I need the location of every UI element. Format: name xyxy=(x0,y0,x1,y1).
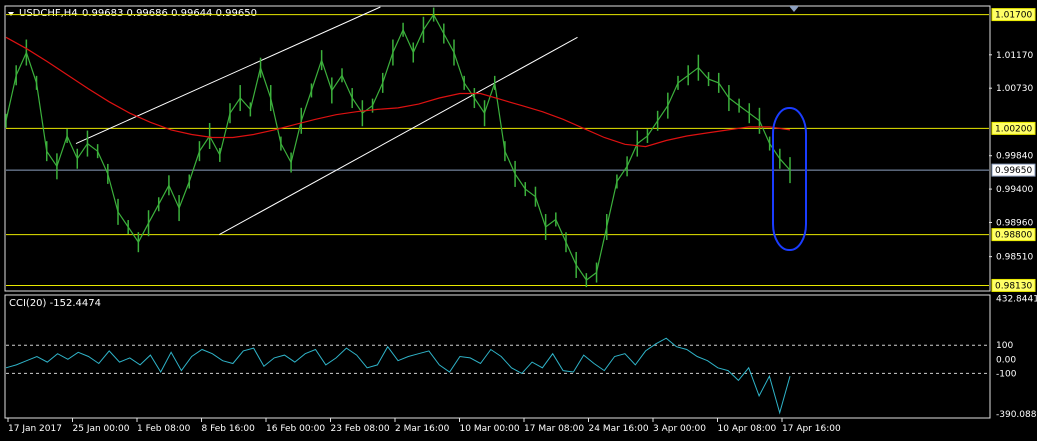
cci-tick-label-3: -100 xyxy=(996,369,1017,379)
x-tick-label-6: 2 Mar 16:00 xyxy=(395,424,450,434)
y-tick-label-5: 0.99400 xyxy=(996,185,1033,195)
level-tag-2: 0.98800 xyxy=(991,228,1036,242)
x-tick-label-0: 17 Jan 2017 xyxy=(8,424,62,434)
x-tick-label-4: 16 Feb 00:00 xyxy=(266,424,325,434)
axis-layer: 1.01700 1.00200 0.98800 0.98130 0.99650 1.011… xyxy=(7,8,1037,434)
price-series-line xyxy=(5,13,791,281)
level-tag-text: 0.98130 xyxy=(995,281,1032,291)
level-tag-text: 1.01700 xyxy=(995,11,1032,21)
chart-root: USDCHF,H4 0.99683 0.99686 0.99644 0.9965… xyxy=(0,0,1037,441)
level-tag-3: 0.98130 xyxy=(991,278,1036,292)
cci-indicator-label: CCI(20) -152.4474 xyxy=(9,298,101,309)
symbol-label: USDCHF,H4 xyxy=(19,8,78,19)
current-price-text: 0.99650 xyxy=(995,166,1032,176)
channel-line-1 xyxy=(219,36,578,236)
cci-tick-label-4: -390.0885 xyxy=(996,410,1037,420)
x-tick-label-5: 23 Feb 08:00 xyxy=(331,424,390,434)
level-tag-1: 1.00200 xyxy=(991,121,1036,135)
x-tick-label-1: 25 Jan 00:00 xyxy=(73,424,130,434)
x-tick-label-2: 1 Feb 08:00 xyxy=(137,424,191,434)
ohlc-values: 0.99683 0.99686 0.99644 0.99650 xyxy=(82,8,257,19)
y-tick-label-7: 0.98510 xyxy=(996,253,1033,263)
x-tick-label-7: 10 Mar 00:00 xyxy=(460,424,520,434)
price-layer xyxy=(5,6,989,288)
cci-panel-frame xyxy=(4,294,991,419)
y-tick-label-4: 0.99840 xyxy=(996,152,1033,162)
y-tick-label-2: 1.00730 xyxy=(996,84,1033,94)
x-tick-label-11: 10 Apr 08:00 xyxy=(718,424,777,434)
moving-average-line xyxy=(5,36,791,148)
level-tag-text: 0.98800 xyxy=(995,231,1032,241)
y-tick-label-1: 1.01170 xyxy=(996,51,1033,61)
cci-layer xyxy=(5,337,989,415)
x-tick-label-8: 17 Mar 08:00 xyxy=(524,424,584,434)
cci-series-line xyxy=(5,337,791,415)
level-tag-text: 1.00200 xyxy=(995,124,1032,134)
x-tick-label-3: 8 Feb 16:00 xyxy=(202,424,256,434)
cci-tick-label-2: 0.00 xyxy=(996,355,1016,365)
scroll-marker-icon[interactable] xyxy=(789,6,799,12)
chart-svg[interactable]: USDCHF,H4 0.99683 0.99686 0.99644 0.9965… xyxy=(0,0,1037,441)
cci-tick-label-1: 100 xyxy=(996,341,1013,351)
x-tick-label-12: 17 Apr 16:00 xyxy=(782,424,841,434)
cci-tick-label-0: 432.8441 xyxy=(996,294,1037,304)
level-tag-0: 1.01700 xyxy=(991,8,1036,22)
y-tick-label-6: 0.98960 xyxy=(996,218,1033,228)
x-tick-label-10: 3 Apr 00:00 xyxy=(653,424,706,434)
menu-arrow-icon[interactable] xyxy=(8,12,14,16)
x-tick-label-9: 24 Mar 16:00 xyxy=(589,424,649,434)
price-panel-frame xyxy=(4,5,991,292)
